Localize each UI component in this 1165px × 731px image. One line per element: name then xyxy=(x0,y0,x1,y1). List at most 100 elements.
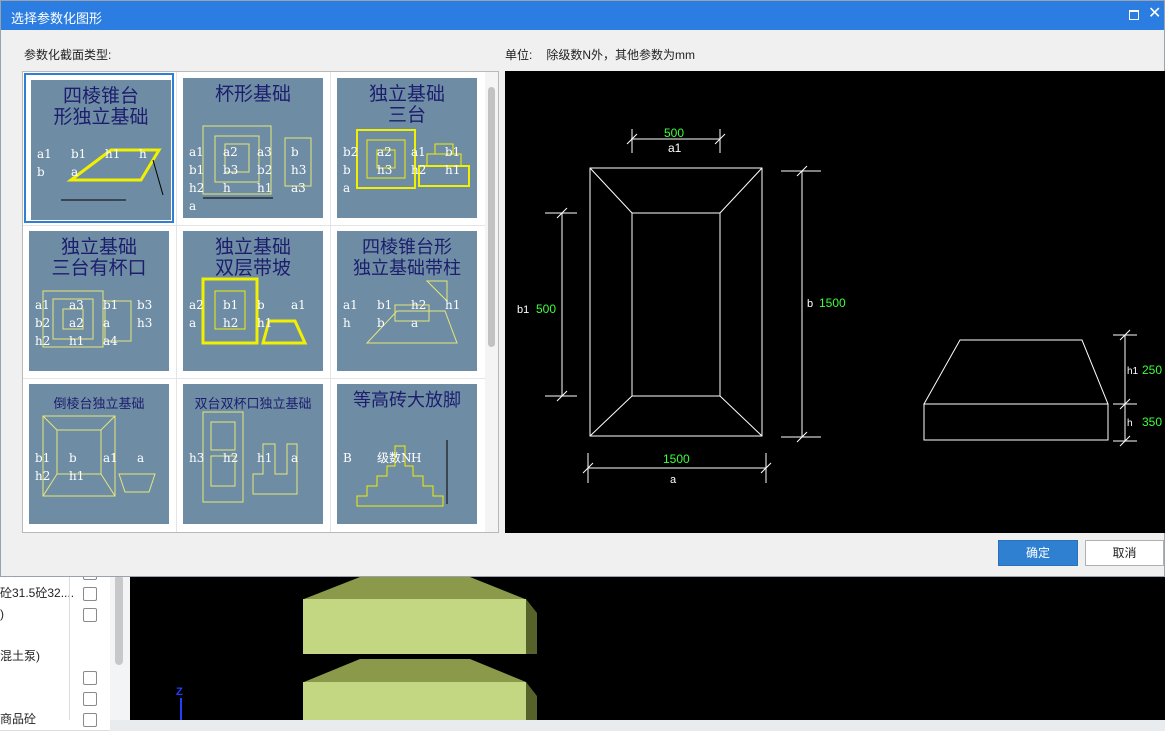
dimension-label: a1 xyxy=(35,298,50,312)
row-checkbox[interactable] xyxy=(83,608,97,622)
h-label: h xyxy=(1127,418,1133,429)
a-label: a xyxy=(670,474,677,486)
preview-drawing: 500 a1 b1 500 b 1500 1500 a h1 250 h 350 xyxy=(517,126,1162,486)
dimension-label: a1 xyxy=(343,298,358,312)
shape-thumbnail[interactable]: b1 b a1 a h2 h1 倒棱台独立基础 xyxy=(24,379,174,529)
shape-thumbnail[interactable]: a1 a3 b1 b3 b2 a2 a h3 h2 h1 a4 独立基础 三台有杯口 xyxy=(24,226,174,376)
shape-thumbnail[interactable]: a1 b1 h2 h1 h b a 四棱锥台形 独立基础带柱 xyxy=(332,226,482,376)
property-row-text: 砼31.5砼32.... xyxy=(0,586,75,600)
dimension-label: b1 xyxy=(377,298,392,312)
dimension-label: a1 xyxy=(189,145,204,159)
dimension-label: a2 xyxy=(223,145,238,159)
shape-thumbnail-image: a2 b1 b a1 a h2 h1 独立基础 双层带坡 xyxy=(183,231,323,371)
dimension-label: h1 xyxy=(105,147,120,161)
shape-title-line1: 四棱锥台形 xyxy=(362,237,452,258)
shape-preview: 500 a1 b1 500 b 1500 1500 a h1 250 h 350 xyxy=(505,71,1165,533)
dimension-label: a xyxy=(343,181,350,195)
dimension-label: a3 xyxy=(257,145,272,159)
dimension-label: b xyxy=(257,298,265,312)
close-icon[interactable]: ✕ xyxy=(1148,5,1161,23)
shape-thumbnail[interactable]: a1 b1 h1 h b a 四棱锥台 形独立基础 xyxy=(24,73,174,223)
shape-thumbnail-image: b1 b a1 a h2 h1 倒棱台独立基础 xyxy=(29,384,169,524)
property-row[interactable]: 商品砼 xyxy=(0,709,110,731)
shape-thumbnail-image: a1 a2 a3 b b1 b3 b2 h3 h2 h h1 a3 a 杯形基础 xyxy=(183,78,323,218)
shape-thumbnail-title: 独立基础 双层带坡 xyxy=(187,237,319,279)
property-row[interactable]: 砼31.5砼32.... xyxy=(0,583,110,605)
dimension-label: b2 xyxy=(257,163,272,177)
dimension-label: H xyxy=(411,451,421,465)
list-scrollbar[interactable] xyxy=(485,72,498,532)
dimension-label: a xyxy=(291,451,298,465)
dimension-label: 级数N xyxy=(377,450,412,465)
dimension-label: h1 xyxy=(445,163,460,177)
dimension-label: h2 xyxy=(35,334,50,348)
dialog-titlebar[interactable]: 选择参数化图形 ✕ xyxy=(1,1,1164,30)
ok-button[interactable]: 确定 xyxy=(998,540,1078,566)
dimension-label: a3 xyxy=(69,298,84,312)
shape-thumbnail[interactable]: a1 a2 a3 b b1 b3 b2 h3 h2 h h1 a3 a 杯形基础 xyxy=(178,73,328,223)
dimension-label: h2 xyxy=(223,451,238,465)
property-row[interactable]: ) xyxy=(0,604,110,626)
property-row[interactable]: 混土泵) xyxy=(0,646,110,668)
dimension-label: a xyxy=(189,199,196,213)
shape-thumbnail[interactable]: h3 h2 h1 a 双台双杯口独立基础 xyxy=(178,379,328,529)
shape-title-line1: 独立基础 xyxy=(214,236,291,258)
shape-thumbnail[interactable]: a2 b1 b a1 a h2 h1 独立基础 双层带坡 xyxy=(178,226,328,376)
row-checkbox[interactable] xyxy=(83,587,97,601)
cancel-button[interactable]: 取消 xyxy=(1085,540,1164,566)
units-text: 除级数N外，其他参数为mm xyxy=(546,48,696,62)
shape-type-list[interactable]: a1 b1 h1 h b a 四棱锥台 形独立基础 a1 a2 a3 b b1 b3 b2 h3 h2 h h1 a3… xyxy=(22,71,499,533)
dimension-label: h2 xyxy=(411,163,426,177)
b-value: 1500 xyxy=(819,296,846,310)
dimension-label: b1 xyxy=(445,145,460,159)
h1-value: 250 xyxy=(1142,363,1162,377)
dimension-label: b1 xyxy=(71,147,86,161)
dimension-label: a2 xyxy=(69,316,84,330)
shape-thumbnail[interactable]: B 级数N H 等高砖大放脚 xyxy=(332,379,482,529)
shape-thumbnail-title: 双台双杯口独立基础 xyxy=(187,394,319,415)
list-scroll-thumb[interactable] xyxy=(488,87,495,347)
shape-thumbnail-title: 独立基础 三台有杯口 xyxy=(33,237,165,279)
row-checkbox[interactable] xyxy=(83,692,97,706)
property-row[interactable] xyxy=(0,667,110,689)
dimension-label: h3 xyxy=(189,451,204,465)
dimension-label: b1 xyxy=(103,298,118,312)
3d-viewport[interactable] xyxy=(130,577,1165,720)
dimension-label: h2 xyxy=(411,298,426,312)
shape-thumbnail[interactable]: b2 a2 a1 b1 b h3 h2 h1 a 独立基础 三台 xyxy=(332,73,482,223)
shape-thumbnail-title: 倒棱台独立基础 xyxy=(33,394,165,415)
shape-title-line1: 倒棱台独立基础 xyxy=(53,397,145,412)
row-checkbox[interactable] xyxy=(83,713,97,727)
dimension-label: b3 xyxy=(223,163,238,177)
dimension-label: h3 xyxy=(137,316,152,330)
shape-thumbnail-title: 独立基础 三台 xyxy=(341,84,473,126)
maximize-icon[interactable] xyxy=(1129,10,1139,20)
property-row[interactable] xyxy=(0,688,110,710)
dimension-label: a2 xyxy=(189,298,204,312)
property-row[interactable] xyxy=(0,625,110,647)
axis-z-label: Z xyxy=(176,686,183,698)
dimension-label: a1 xyxy=(37,147,52,161)
dimension-label: a1 xyxy=(103,451,118,465)
a1-label: a1 xyxy=(668,141,682,155)
dimension-label: a1 xyxy=(291,298,306,312)
dimension-label: h1 xyxy=(69,334,84,348)
dimension-label: h2 xyxy=(223,316,238,330)
shape-title-line1: 四棱锥台 xyxy=(62,85,139,107)
shape-thumbnail-title: 等高砖大放脚 xyxy=(341,390,473,411)
dimension-label: a4 xyxy=(103,334,118,348)
dimension-label: h1 xyxy=(257,451,272,465)
dimension-label: b xyxy=(377,316,385,330)
panel-scrollbar[interactable] xyxy=(115,575,123,665)
column-divider xyxy=(69,560,70,720)
dimension-label: a2 xyxy=(377,145,392,159)
dialog-title: 选择参数化图形 xyxy=(11,11,103,26)
b-label: b xyxy=(807,298,813,310)
dimension-label: a xyxy=(411,316,418,330)
shape-title-line1: 杯形基础 xyxy=(214,83,291,105)
h1-label: h1 xyxy=(1127,366,1139,377)
h-value: 350 xyxy=(1142,415,1162,429)
dimension-label: B xyxy=(343,451,352,465)
dimension-label: h xyxy=(139,147,147,161)
row-checkbox[interactable] xyxy=(83,671,97,685)
